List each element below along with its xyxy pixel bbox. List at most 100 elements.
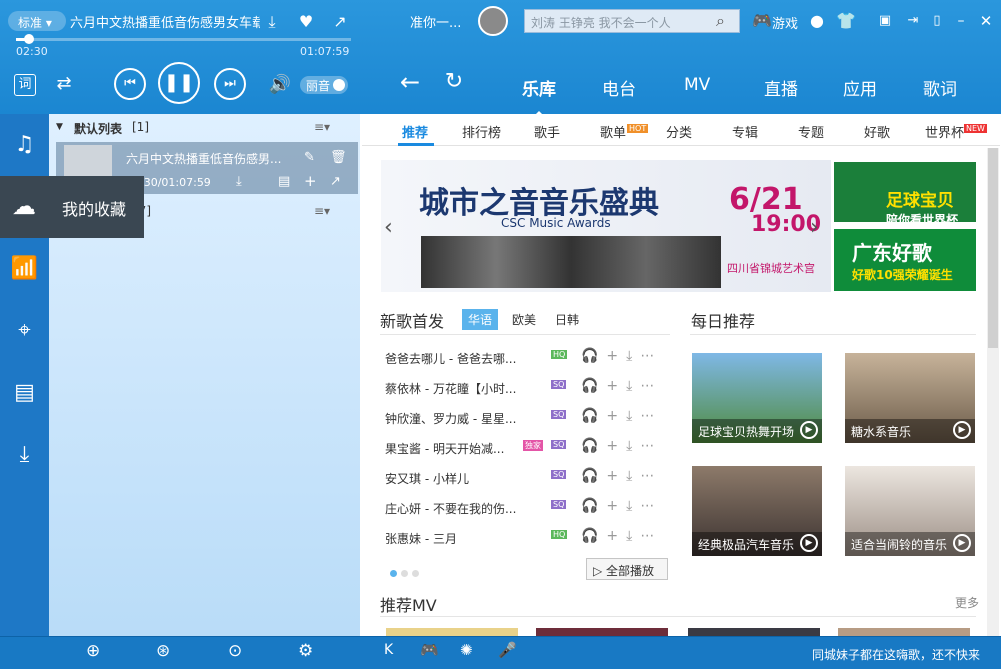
search-icon[interactable]: ⌕: [716, 11, 725, 31]
list-item[interactable]: 张惠妹 - 三月 HQ 🎧+⤓⋯: [385, 528, 675, 558]
user-avatar[interactable]: [478, 6, 508, 36]
footer-status[interactable]: 同城妹子都在这嗨歌，还不快来: [812, 646, 980, 663]
subtab-world-cup[interactable]: 世界杯: [925, 122, 964, 141]
locate-icon[interactable]: ⊛: [156, 641, 170, 661]
playlist-header[interactable]: ▼ 默认列表 [1] ≡▾: [56, 118, 356, 140]
song-actions-icons[interactable]: 🎧+⤓⋯: [581, 498, 662, 514]
find-icon[interactable]: ⊙: [228, 641, 242, 661]
repeat-icon[interactable]: ⇄: [52, 74, 76, 94]
song-share-icon[interactable]: ↗: [330, 174, 341, 189]
settings-icon[interactable]: ⚙: [298, 641, 313, 661]
cloud-favorite-icon[interactable]: ☁: [12, 192, 36, 220]
subtab-topics[interactable]: 专题: [798, 122, 824, 141]
song-download-icon[interactable]: ⤓: [236, 174, 242, 189]
tab-mv[interactable]: MV: [684, 75, 710, 95]
delete-icon[interactable]: 🗑: [330, 150, 347, 165]
scrollbar-thumb[interactable]: [988, 148, 998, 348]
mic-icon[interactable]: 🎤: [498, 641, 517, 659]
daily-card[interactable]: 糖水系音乐 ▶: [845, 353, 975, 443]
ad-guangdong[interactable]: 广东好歌 好歌10强荣耀诞生: [834, 229, 976, 291]
volume-icon[interactable]: 🔊: [268, 75, 292, 95]
ad-world-cup[interactable]: 足球宝贝 陪你看世界杯: [834, 162, 976, 227]
tab-lyrics[interactable]: 歌词: [923, 75, 957, 100]
daily-card[interactable]: 适合当闹铃的音乐 ▶: [845, 466, 975, 556]
progress-bar[interactable]: [16, 38, 351, 41]
daily-card[interactable]: 经典极品汽车音乐 ▶: [692, 466, 822, 556]
mv-thumb[interactable]: [386, 628, 518, 636]
plugin-icon[interactable]: ✺: [460, 641, 473, 659]
gamepad-icon[interactable]: 🎮: [752, 11, 772, 31]
mv-thumb[interactable]: [688, 628, 820, 636]
download-manager-icon[interactable]: ⤓: [0, 442, 49, 472]
refresh-icon[interactable]: ↻: [442, 71, 466, 93]
tab-western[interactable]: 欧美: [512, 311, 536, 328]
song-actions-icons[interactable]: 🎧+⤓⋯: [581, 468, 662, 484]
song-actions-icons[interactable]: 🎧+⤓⋯: [581, 408, 662, 424]
mv-more-link[interactable]: 更多: [955, 594, 979, 611]
list-item[interactable]: 果宝酱 - 明天开始减... 独家 SQ 🎧+⤓⋯: [385, 438, 675, 468]
play-icon[interactable]: ▶: [953, 534, 971, 552]
tab-jpkr[interactable]: 日韩: [555, 311, 579, 328]
tab-radio[interactable]: 电台: [602, 75, 636, 100]
skin-icon[interactable]: ●: [808, 11, 826, 31]
list-item[interactable]: 钟欣潼、罗力威 - 星星... SQ 🎧+⤓⋯: [385, 408, 675, 438]
subtab-good-songs[interactable]: 好歌: [864, 122, 890, 141]
back-icon[interactable]: ←: [398, 70, 422, 94]
song-library-icon[interactable]: ▤: [278, 174, 290, 189]
tab-library[interactable]: 乐库: [522, 75, 556, 100]
share-icon[interactable]: ↗: [330, 12, 350, 32]
mini-mode-icon[interactable]: ⇥: [904, 11, 922, 31]
download-icon[interactable]: ⤓: [262, 12, 282, 32]
k-song-icon[interactable]: K: [384, 642, 393, 658]
play-icon[interactable]: ▶: [800, 421, 818, 439]
next-button[interactable]: ⏭: [214, 68, 246, 100]
song-actions-icons[interactable]: 🎧+⤓⋯: [581, 348, 662, 364]
mv-thumb[interactable]: [536, 628, 668, 636]
heart-icon[interactable]: ♥: [296, 12, 316, 32]
subtab-charts[interactable]: 排行榜: [462, 122, 501, 141]
banner-prev-icon[interactable]: ‹: [384, 215, 393, 240]
sound-toggle[interactable]: 丽音: [300, 76, 348, 94]
play-icon[interactable]: ▶: [800, 534, 818, 552]
phone-icon[interactable]: ▯: [930, 11, 944, 31]
location-icon[interactable]: ⌖: [0, 318, 49, 348]
pause-button[interactable]: ❚❚: [158, 62, 200, 104]
favorites-menu-icon[interactable]: ≡▾: [314, 204, 330, 218]
lyrics-icon[interactable]: 词: [14, 74, 36, 96]
scrollbar[interactable]: [987, 148, 999, 636]
list-item[interactable]: 爸爸去哪儿 - 爸爸去哪... HQ 🎧+⤓⋯: [385, 348, 675, 378]
play-icon[interactable]: ▶: [953, 421, 971, 439]
song-add-icon[interactable]: +: [304, 172, 317, 190]
daily-card[interactable]: 足球宝贝热舞开场 ▶: [692, 353, 822, 443]
shirt-icon[interactable]: 👕: [836, 11, 856, 31]
game-icon[interactable]: 🎮: [420, 641, 439, 659]
edit-icon[interactable]: ✎: [304, 150, 315, 165]
collapse-icon[interactable]: ▼: [56, 122, 63, 132]
subtab-playlists[interactable]: 歌单: [600, 122, 626, 141]
radio-icon[interactable]: 📶: [0, 256, 49, 286]
minimize-icon[interactable]: –: [954, 11, 968, 31]
banner-next-icon[interactable]: ›: [810, 215, 819, 240]
library-icon[interactable]: ▤: [0, 380, 49, 410]
playlist-menu-icon[interactable]: ≡▾: [314, 120, 330, 134]
banner-carousel[interactable]: 城市之音音乐盛典 CSC Music Awards 6/21 19:00 四川省…: [381, 160, 831, 292]
list-item[interactable]: 蔡依林 - 万花瞳【小时... SQ 🎧+⤓⋯: [385, 378, 675, 408]
play-all-button[interactable]: ▷ 全部播放: [586, 558, 668, 580]
list-item[interactable]: 安又琪 - 小样儿 SQ 🎧+⤓⋯: [385, 468, 675, 498]
tab-chinese[interactable]: 华语: [462, 309, 499, 330]
list-item[interactable]: 庄心妍 - 不要在我的伤... SQ 🎧+⤓⋯: [385, 498, 675, 528]
subtab-singers[interactable]: 歌手: [534, 122, 560, 141]
pager-dots[interactable]: [390, 566, 423, 580]
subtab-recommend[interactable]: 推荐: [402, 122, 428, 141]
tab-apps[interactable]: 应用: [843, 75, 877, 100]
song-actions-icons[interactable]: 🎧+⤓⋯: [581, 378, 662, 394]
menu-icon[interactable]: ▣: [876, 11, 894, 31]
song-actions-icons[interactable]: 🎧+⤓⋯: [581, 528, 662, 544]
add-icon[interactable]: ⊕: [86, 641, 100, 661]
close-icon[interactable]: ✕: [978, 11, 994, 31]
tab-live[interactable]: 直播: [764, 75, 798, 100]
prev-button[interactable]: ⏮: [114, 68, 146, 100]
search-input[interactable]: 刘涛 王铮亮 我不会一个人: [524, 9, 740, 33]
game-label[interactable]: 游戏: [772, 13, 798, 32]
subtab-categories[interactable]: 分类: [666, 122, 692, 141]
